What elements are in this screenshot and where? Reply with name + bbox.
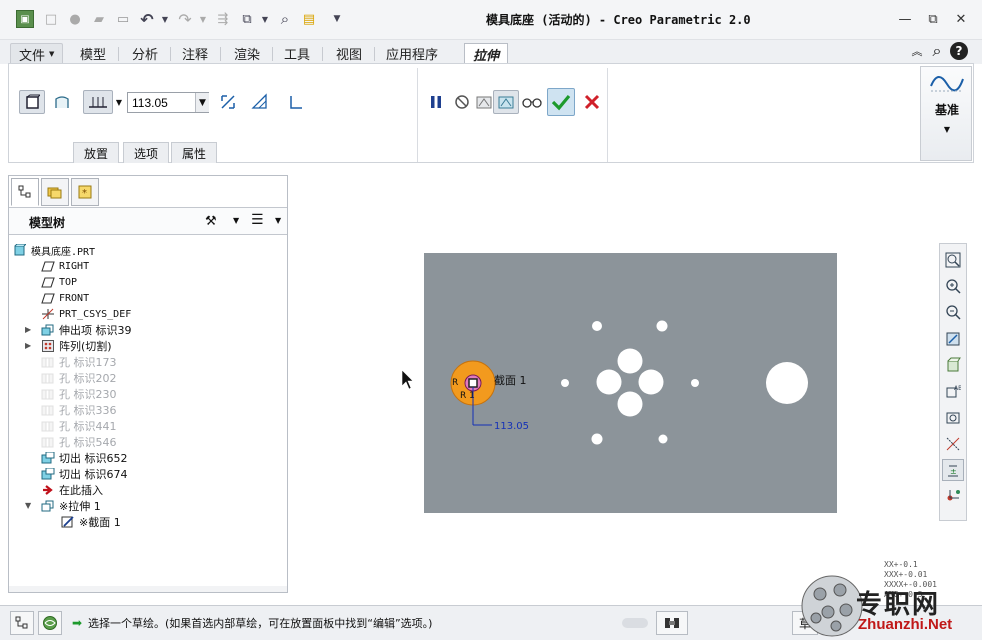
large-hole xyxy=(766,362,808,404)
hole xyxy=(656,320,668,332)
hole xyxy=(561,379,569,387)
display-style-icon[interactable] xyxy=(942,354,964,376)
drag-handle[interactable] xyxy=(468,378,478,388)
graphics-area[interactable]: R R 1 截面 1 113.05 xyxy=(0,0,982,640)
status-message: 选择一个草绘。(如果首选内部草绘，可在放置面板中找到“编辑”选项。) xyxy=(88,617,433,630)
svg-text:±: ± xyxy=(950,467,957,476)
tolerance-note: XXX+-0.01 xyxy=(884,570,928,579)
hole xyxy=(591,433,603,445)
hole xyxy=(617,348,643,374)
radius-label: R xyxy=(452,378,458,388)
svg-text:AB: AB xyxy=(954,385,961,392)
watermark-logo xyxy=(801,575,863,637)
saved-orientations-icon[interactable]: AB xyxy=(942,380,964,402)
view-toolbar: AB ± xyxy=(939,243,967,521)
model-tree-toggle-icon[interactable] xyxy=(10,611,34,635)
selection-filter-icon[interactable] xyxy=(656,611,688,635)
datum-display-icon[interactable] xyxy=(942,433,964,455)
view-manager-icon[interactable] xyxy=(942,406,964,428)
hole xyxy=(592,321,602,331)
zoom-out-icon[interactable] xyxy=(942,301,964,323)
zoom-in-icon[interactable] xyxy=(942,275,964,297)
browser-toggle-icon[interactable] xyxy=(38,611,62,635)
depth-dimension[interactable]: 113.05 xyxy=(494,421,529,432)
hole xyxy=(596,369,622,395)
annotation-display-icon[interactable]: ± xyxy=(942,459,964,481)
mouse-cursor-icon xyxy=(401,369,414,390)
hole xyxy=(691,379,699,387)
watermark-url: Zhuanzhi.Net xyxy=(858,616,953,633)
hole xyxy=(617,391,643,417)
hole xyxy=(658,434,668,444)
repaint-icon[interactable] xyxy=(942,328,964,350)
message-arrow-icon: ➡ xyxy=(72,616,83,630)
progress-indicator xyxy=(622,618,648,628)
hole xyxy=(638,369,664,395)
csys-display-icon[interactable] xyxy=(942,485,964,507)
tolerance-note: XX+-0.1 xyxy=(884,560,918,569)
refit-icon[interactable] xyxy=(942,249,964,271)
section-label: 截面 1 xyxy=(494,373,527,387)
